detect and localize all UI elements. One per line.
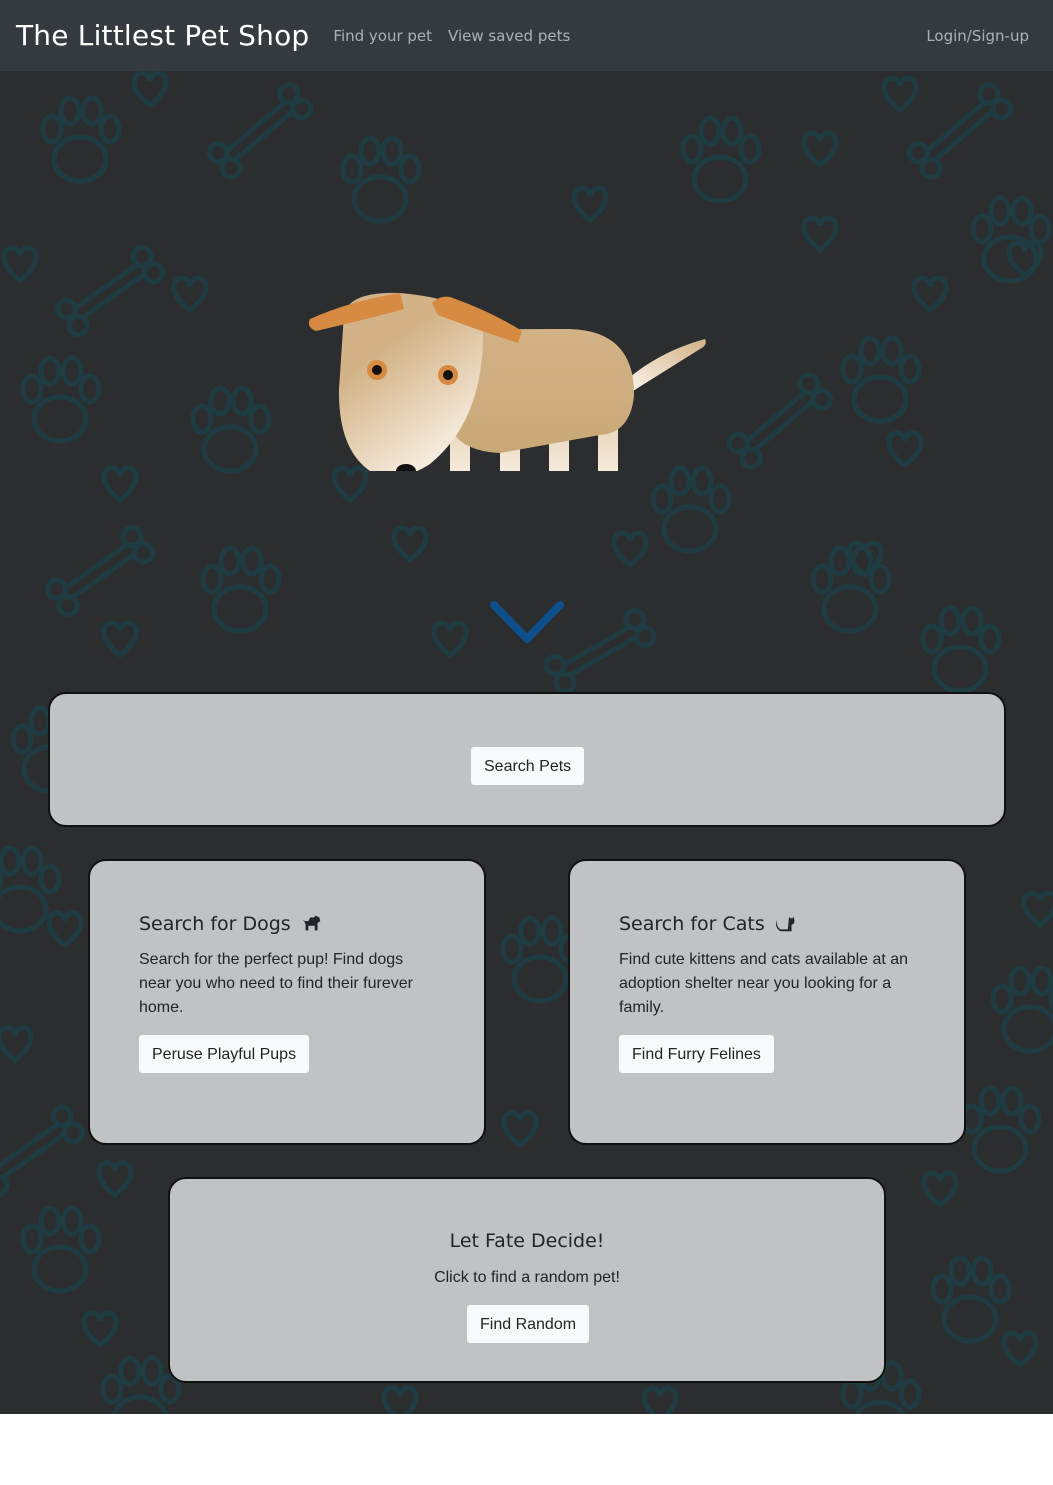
chevron-down-icon[interactable]: [488, 599, 566, 649]
nav-saved-pets[interactable]: View saved pets: [448, 27, 570, 45]
dog-icon: [302, 915, 320, 931]
cats-card-text: Find cute kittens and cats available at …: [619, 951, 909, 1016]
dog-illustration: [308, 292, 706, 471]
search-dogs-card: Search for Dogs Search for the perfect p…: [88, 859, 486, 1145]
cats-card-title-text: Search for Cats: [619, 913, 765, 935]
search-pets-card: Search Pets: [48, 692, 1006, 827]
random-card-text: Click to find a random pet!: [434, 1269, 620, 1286]
cat-icon: [775, 916, 795, 932]
dogs-card-title-text: Search for Dogs: [139, 913, 291, 935]
nav-find-pet[interactable]: Find your pet: [333, 27, 432, 45]
brand-title[interactable]: The Littlest Pet Shop: [16, 19, 309, 52]
random-pet-card: Let Fate Decide! Click to find a random …: [168, 1177, 886, 1383]
find-random-button[interactable]: Find Random: [467, 1305, 590, 1343]
navbar: The Littlest Pet Shop Find your pet View…: [0, 0, 1053, 71]
find-furry-felines-button[interactable]: Find Furry Felines: [619, 1035, 774, 1073]
dogs-card-title: Search for Dogs: [139, 913, 323, 935]
cats-card-title: Search for Cats: [619, 913, 797, 935]
random-card-title: Let Fate Decide!: [449, 1230, 605, 1252]
search-pets-button[interactable]: Search Pets: [471, 747, 585, 785]
login-signup-link[interactable]: Login/Sign-up: [926, 27, 1029, 45]
dogs-card-text: Search for the perfect pup! Find dogs ne…: [139, 951, 413, 1016]
peruse-playful-pups-button[interactable]: Peruse Playful Pups: [139, 1035, 310, 1073]
search-cats-card: Search for Cats Find cute kittens and ca…: [568, 859, 966, 1145]
